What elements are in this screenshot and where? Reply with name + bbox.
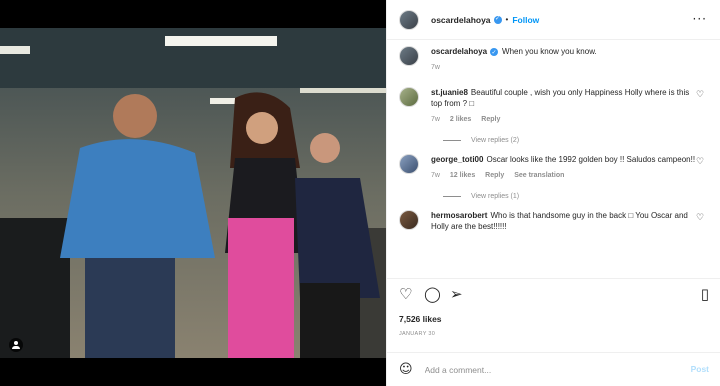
comment: george_toti00 Oscar looks like the 1992 g… <box>399 154 709 181</box>
comment-time[interactable]: 7w <box>431 116 440 123</box>
view-replies-label: View replies (2) <box>471 137 520 144</box>
post-comment-button[interactable]: Post <box>691 364 709 374</box>
follow-button[interactable]: Follow <box>512 15 539 25</box>
action-bar: ♡ ◯ ➢ ▯ <box>387 278 720 310</box>
post-photo[interactable] <box>0 0 386 386</box>
comment-like-heart-icon[interactable]: ♡ <box>696 91 705 100</box>
heart-icon[interactable]: ♡ <box>399 287 412 302</box>
comment-text: Oscar looks like the 1992 golden boy !! … <box>486 155 696 164</box>
view-replies-label: View replies (1) <box>471 193 520 200</box>
comment-username[interactable]: hermosarobert <box>431 211 487 220</box>
avatar[interactable] <box>399 46 419 66</box>
caption-time[interactable]: 7w <box>431 64 440 71</box>
avatar[interactable] <box>399 87 419 107</box>
comment-username[interactable]: george_toti00 <box>431 155 483 164</box>
add-comment-bar: ☺ Post <box>387 352 720 386</box>
more-options-icon[interactable]: ··· <box>693 12 707 26</box>
comment: st.juanie8 Beautiful couple , wish you on… <box>399 87 709 125</box>
caption: oscardelahoya When you know you know. 7w <box>399 46 709 73</box>
bookmark-icon[interactable]: ▯ <box>701 287 709 302</box>
comment-icon[interactable]: ◯ <box>424 287 441 302</box>
comment-like-heart-icon[interactable]: ♡ <box>696 158 705 167</box>
comment-input[interactable] <box>424 364 665 375</box>
reply-button[interactable]: Reply <box>481 116 500 123</box>
avatar[interactable] <box>399 9 419 30</box>
avatar[interactable] <box>399 154 419 174</box>
comment-text: Beautiful couple , wish you only Happine… <box>431 88 690 108</box>
user-tag-icon[interactable] <box>9 338 23 352</box>
caption-username[interactable]: oscardelahoya <box>431 47 487 56</box>
photo-image <box>0 28 386 358</box>
emoji-icon[interactable]: ☺ <box>399 362 413 377</box>
comment-username[interactable]: st.juanie8 <box>431 88 468 97</box>
comment: hermosarobert Who is that handsome guy in… <box>399 210 709 232</box>
verified-badge-icon <box>490 47 499 58</box>
header-username[interactable]: oscardelahoya <box>431 15 491 25</box>
post-date[interactable]: JANUARY 30 <box>399 331 435 337</box>
avatar[interactable] <box>399 210 419 230</box>
comment-likes[interactable]: 12 likes <box>450 172 475 179</box>
instagram-post: oscardelahoya • Follow ··· oscardelahoya… <box>0 0 720 386</box>
caption-text: When you know you know. <box>502 47 597 56</box>
share-icon[interactable]: ➢ <box>450 287 463 302</box>
view-replies-button[interactable]: View replies (2) <box>443 137 709 144</box>
reply-button[interactable]: Reply <box>485 172 504 179</box>
view-replies-button[interactable]: View replies (1) <box>443 193 709 200</box>
comment-like-heart-icon[interactable]: ♡ <box>696 214 705 223</box>
post-header: oscardelahoya • Follow ··· <box>387 0 720 40</box>
comment-time[interactable]: 7w <box>431 172 440 179</box>
header-separator: • <box>505 15 509 24</box>
likes-count[interactable]: 7,526 likes <box>399 314 442 324</box>
see-translation-button[interactable]: See translation <box>514 172 564 179</box>
post-details-panel: oscardelahoya • Follow ··· oscardelahoya… <box>386 0 720 386</box>
verified-badge-icon <box>493 15 502 24</box>
comment-likes[interactable]: 2 likes <box>450 116 471 123</box>
comments-list: oscardelahoyaWhen you know you know. 7w … <box>399 46 709 232</box>
